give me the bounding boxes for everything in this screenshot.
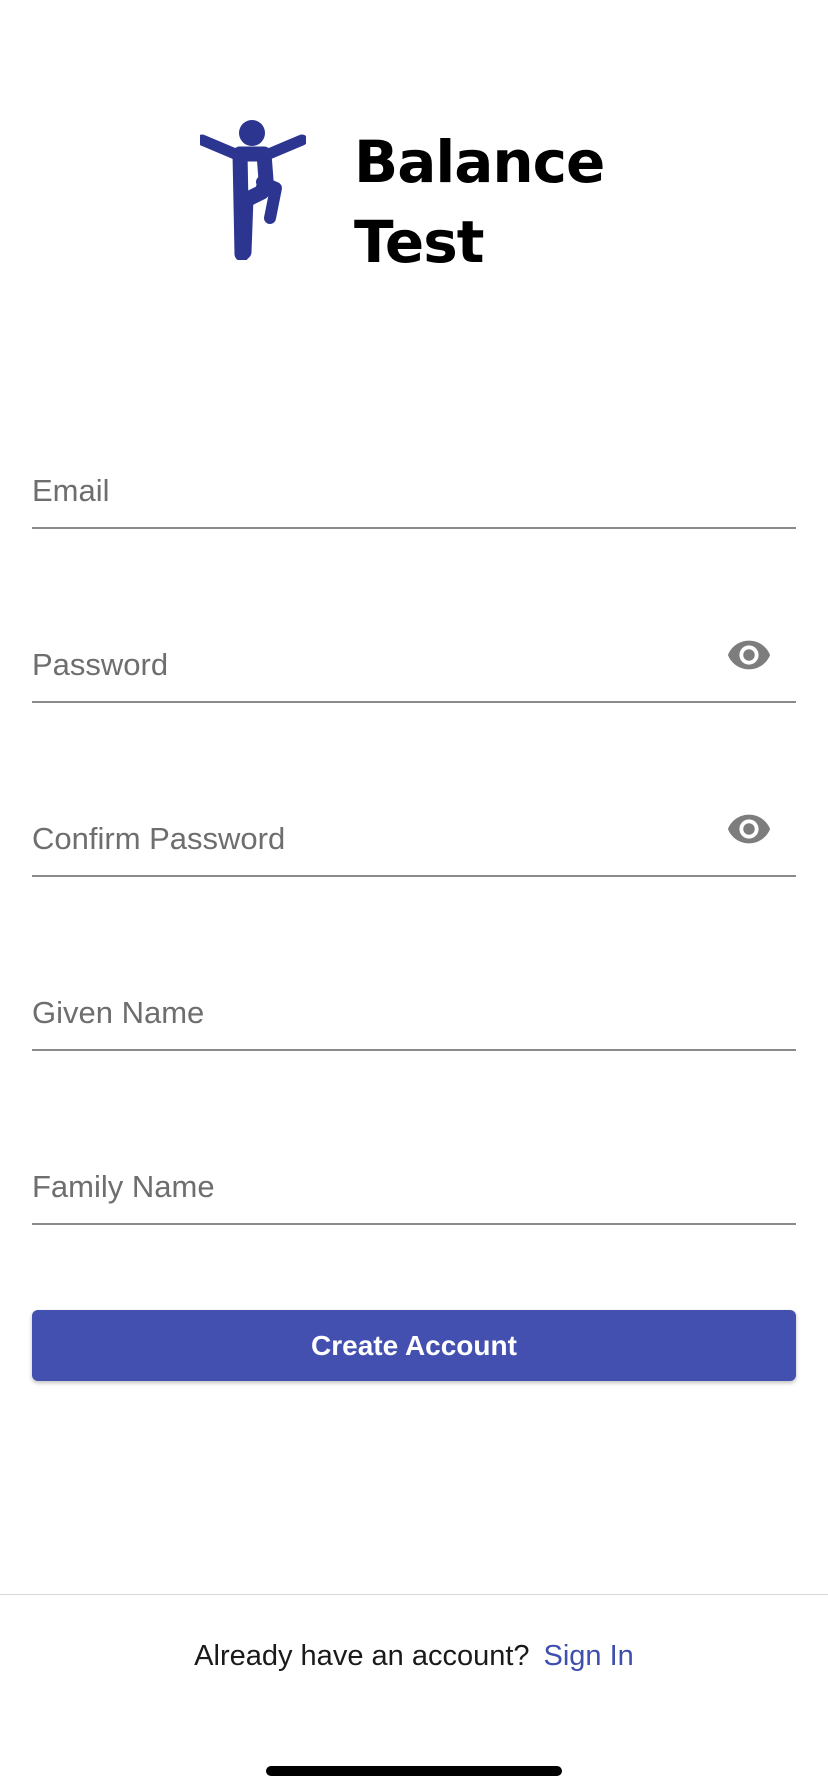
confirm-password-field[interactable] <box>32 764 796 877</box>
confirm-password-field-container <box>32 764 796 938</box>
password-field[interactable] <box>32 590 796 703</box>
password-visibility-eye-icon[interactable] <box>726 632 772 678</box>
confirm-password-visibility-eye-icon[interactable] <box>726 806 772 852</box>
given-name-field[interactable] <box>32 938 796 1051</box>
signin-prompt-row: Already have an account? Sign In <box>0 1640 828 1673</box>
create-account-button[interactable]: Create Account <box>32 1310 796 1381</box>
app-title-line1: Balance <box>354 128 605 196</box>
signup-form <box>32 416 796 1286</box>
app-header: Balance Test <box>200 120 605 282</box>
balance-person-icon <box>200 120 306 260</box>
family-name-field[interactable] <box>32 1112 796 1225</box>
password-field-container <box>32 590 796 764</box>
given-name-field-container <box>32 938 796 1112</box>
footer-divider <box>0 1594 828 1595</box>
sign-in-link[interactable]: Sign In <box>544 1640 634 1672</box>
app-title: Balance Test <box>354 122 605 282</box>
signin-prompt-text: Already have an account? <box>194 1640 530 1672</box>
app-title-line2: Test <box>354 208 484 276</box>
email-field[interactable] <box>32 416 796 529</box>
family-name-field-container <box>32 1112 796 1286</box>
email-field-container <box>32 416 796 590</box>
home-indicator[interactable] <box>266 1766 562 1776</box>
